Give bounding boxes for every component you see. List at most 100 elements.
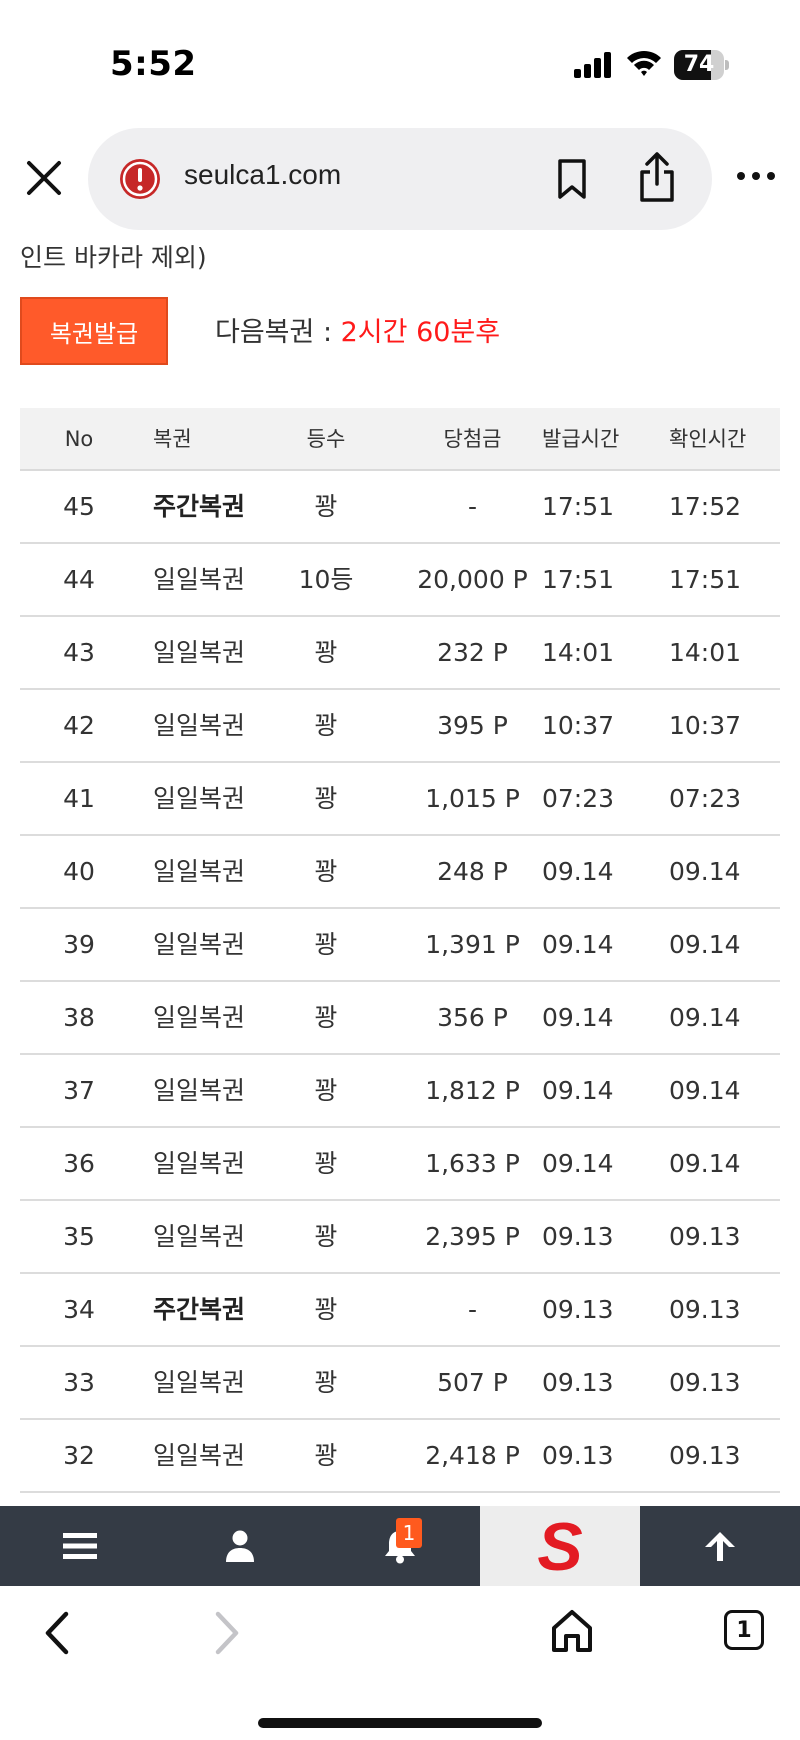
header-issued-time: 발급시간 (542, 427, 620, 451)
header-no: No (64, 427, 94, 451)
battery-body: 74 (674, 50, 724, 80)
lottery-history-table: No 복권 등수 당첨금 발급시간 확인시간 45 주간복권 꽝 -17:51 17:5… (20, 408, 780, 1493)
tabs-icon[interactable]: 1 (724, 1610, 764, 1650)
security-warning-icon[interactable] (118, 157, 162, 201)
row-no: 43 (63, 638, 95, 667)
row-no: 44 (63, 565, 95, 594)
row-rank: 꽝 (314, 1295, 338, 1324)
back-icon[interactable] (40, 1610, 74, 1656)
battery-percent: 74 (683, 52, 715, 77)
header-type: 복권 (153, 427, 192, 451)
header-checked-time: 확인시간 (669, 427, 747, 451)
table-header: No 복권 등수 당첨금 발급시간 확인시간 (20, 408, 780, 471)
row-rank: 꽝 (314, 1222, 338, 1251)
row-checked-time: 09.14 (669, 1149, 741, 1178)
row-checked-time: 09.13 (669, 1441, 741, 1470)
row-prize: 2,418 P (425, 1441, 520, 1470)
scroll-top-button[interactable] (640, 1506, 800, 1586)
row-lottery-type: 주간복권 (153, 492, 246, 521)
status-bar: 5:52 74 (0, 0, 800, 120)
row-lottery-type: 일일복권 (153, 784, 246, 813)
row-issued-time: 17:51 (542, 492, 615, 521)
row-issued-time: 14:01 (542, 638, 615, 667)
row-checked-time: 10:37 (669, 711, 742, 740)
row-checked-time: 09.13 (669, 1295, 741, 1324)
row-prize: - (467, 492, 478, 521)
close-icon[interactable] (24, 158, 64, 198)
table-row: 39 일일복권 꽝 1,391 P 09.14 09.14 (20, 909, 780, 982)
row-rank: 꽝 (314, 711, 338, 740)
table-row: 32 일일복권 꽝 2,418 P 09.13 09.13 (20, 1420, 780, 1493)
tab-count: 1 (736, 1617, 752, 1643)
browser-toolbar: seulca1.com (0, 120, 800, 238)
table-row: 44 일일복권 10등 20,000 P 17:51 17:51 (20, 544, 780, 617)
header-rank: 등수 (306, 427, 346, 451)
row-no: 37 (63, 1076, 95, 1105)
row-prize: 356 P (437, 1003, 508, 1032)
row-prize: 507 P (437, 1368, 508, 1397)
next-lottery-countdown: 2시간 60분후 (340, 317, 501, 348)
row-prize: - (467, 1295, 478, 1324)
status-time: 5:52 (110, 44, 197, 84)
issue-lottery-button[interactable]: 복권발급 (20, 297, 168, 365)
battery-indicator: 74 (674, 50, 730, 80)
table-row: 43 일일복권 꽝 232 P 14:01 14:01 (20, 617, 780, 690)
row-checked-time: 09.13 (669, 1368, 741, 1397)
site-logo-button[interactable]: S (480, 1506, 640, 1586)
row-issued-time: 09.13 (542, 1441, 614, 1470)
row-checked-time: 14:01 (669, 638, 742, 667)
share-icon[interactable] (636, 150, 678, 204)
menu-button[interactable] (0, 1506, 160, 1586)
home-icon[interactable] (550, 1608, 594, 1654)
row-issued-time: 09.13 (542, 1222, 614, 1251)
row-issued-time: 09.13 (542, 1295, 614, 1324)
row-no: 35 (63, 1222, 95, 1251)
row-no: 32 (63, 1441, 95, 1470)
table-row: 35 일일복권 꽝 2,395 P 09.13 09.13 (20, 1201, 780, 1274)
home-indicator (258, 1718, 542, 1728)
wifi-icon (627, 50, 661, 76)
row-no: 39 (63, 930, 95, 959)
row-no: 40 (63, 857, 95, 886)
table-row: 36 일일복권 꽝 1,633 P 09.14 09.14 (20, 1128, 780, 1201)
table-row: 45 주간복권 꽝 - 17:51 17:52 (20, 471, 780, 544)
browser-bottom-bar: 1 (0, 1586, 800, 1740)
url-text[interactable]: seulca1.com (184, 159, 341, 191)
battery-tip (725, 60, 729, 70)
row-rank: 10등 (298, 565, 354, 594)
row-prize: 232 P (437, 638, 508, 667)
row-checked-time: 09.14 (669, 1003, 741, 1032)
row-prize: 20,000 P (417, 565, 528, 594)
row-lottery-type: 일일복권 (153, 1441, 246, 1470)
row-checked-time: 09.13 (669, 1222, 741, 1251)
row-no: 45 (63, 492, 95, 521)
row-no: 33 (63, 1368, 95, 1397)
header-prize: 당첨금 (443, 427, 502, 451)
row-checked-time: 17:51 (669, 565, 742, 594)
bookmark-icon[interactable] (554, 158, 590, 200)
row-rank: 꽝 (314, 1076, 338, 1105)
row-lottery-type: 일일복권 (153, 857, 246, 886)
row-lottery-type: 일일복권 (153, 1368, 246, 1397)
row-rank: 꽝 (314, 1368, 338, 1397)
next-lottery-info: 다음복권 : 2시간 60분후 (215, 310, 500, 349)
row-lottery-type: 주간복권 (153, 1295, 246, 1324)
row-issued-time: 09.14 (542, 1076, 614, 1105)
row-rank: 꽝 (314, 930, 338, 959)
site-logo-letter: S (537, 1514, 582, 1578)
row-issued-time: 09.14 (542, 1003, 614, 1032)
row-checked-time: 09.14 (669, 1076, 741, 1105)
row-prize: 1,391 P (425, 930, 520, 959)
row-lottery-type: 일일복권 (153, 565, 246, 594)
address-bar[interactable]: seulca1.com (88, 128, 712, 230)
arrow-up-icon (705, 1532, 735, 1561)
row-no: 34 (63, 1295, 95, 1324)
row-issued-time: 09.14 (542, 930, 614, 959)
row-prize: 395 P (437, 711, 508, 740)
forward-icon[interactable] (210, 1610, 244, 1656)
row-issued-time: 17:51 (542, 565, 615, 594)
row-rank: 꽝 (314, 492, 338, 521)
more-icon[interactable] (736, 168, 776, 184)
row-no: 41 (63, 784, 95, 813)
user-button[interactable] (160, 1506, 320, 1586)
